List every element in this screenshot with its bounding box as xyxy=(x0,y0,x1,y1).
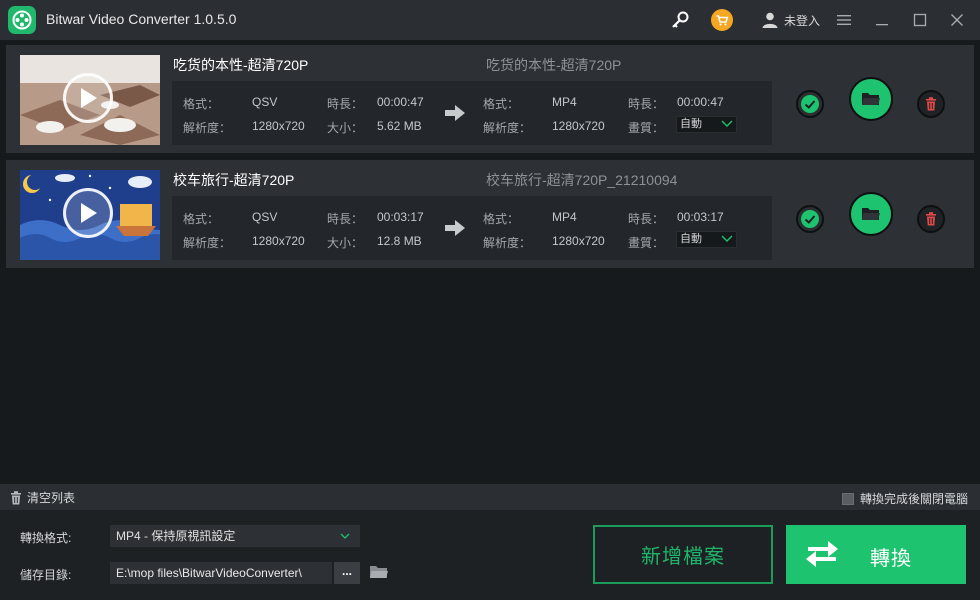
quality-label: 畫質： xyxy=(628,121,665,135)
output-duration: 00:00:47 xyxy=(677,95,724,109)
convert-arrows-icon xyxy=(806,541,838,567)
delete-button[interactable] xyxy=(917,90,945,118)
open-output-folder-icon[interactable] xyxy=(369,564,389,585)
source-resolution: 1280x720 xyxy=(252,119,305,133)
file-info-panel: 格式： QSV 時長： 00:00:47 解析度： 1280x720 大小： 5… xyxy=(172,81,772,145)
size-label: 大小： xyxy=(327,236,364,250)
duration-label: 時長： xyxy=(628,97,665,111)
login-status[interactable]: 未登入 xyxy=(784,12,820,29)
logo-icon xyxy=(8,6,36,34)
source-format: QSV xyxy=(252,210,278,224)
source-file-name: 校车旅行-超清720P xyxy=(173,172,295,188)
play-icon[interactable] xyxy=(63,73,113,123)
shutdown-option[interactable]: 轉換完成後關閉電腦 xyxy=(841,490,968,507)
check-icon xyxy=(801,95,819,113)
output-resolution: 1280x720 xyxy=(552,234,605,248)
resolution-label: 解析度： xyxy=(183,236,232,250)
quality-select[interactable]: 自動 xyxy=(676,231,737,248)
chevron-down-icon xyxy=(340,533,350,539)
size-label: 大小： xyxy=(327,121,364,135)
clear-list-label: 清空列表 xyxy=(27,491,76,505)
video-thumbnail[interactable] xyxy=(20,170,160,260)
quality-value: 自動 xyxy=(680,118,702,130)
clear-list-button[interactable]: 清空列表 xyxy=(10,489,75,506)
output-resolution: 1280x720 xyxy=(552,119,605,133)
convert-label: 轉換 xyxy=(870,548,912,570)
quality-select[interactable]: 自動 xyxy=(676,116,737,133)
duration-label: 時長： xyxy=(327,97,364,111)
chevron-down-icon xyxy=(721,120,733,127)
file-info-panel: 格式： QSV 時長： 00:03:17 解析度： 1280x720 大小： 1… xyxy=(172,196,772,260)
format-label: 格式： xyxy=(483,97,520,111)
app-title: Bitwar Video Converter 1.0.5.0 xyxy=(46,11,237,27)
arrow-right-icon xyxy=(444,220,466,241)
output-format: MP4 xyxy=(552,95,577,109)
trash-icon xyxy=(11,490,21,504)
output-dir-input[interactable] xyxy=(110,562,332,584)
cart-icon[interactable] xyxy=(710,8,734,32)
resolution-label: 解析度： xyxy=(483,121,532,135)
resolution-label: 解析度： xyxy=(483,236,532,250)
duration-label: 時長： xyxy=(628,212,665,226)
status-check-button[interactable] xyxy=(796,205,824,233)
source-size: 12.8 MB xyxy=(377,234,422,248)
folder-icon xyxy=(862,208,880,220)
browse-button[interactable]: ... xyxy=(334,562,360,584)
folder-icon xyxy=(862,93,880,105)
quality-label: 畫質： xyxy=(628,236,665,250)
play-icon[interactable] xyxy=(63,188,113,238)
delete-button[interactable] xyxy=(917,205,945,233)
chevron-down-icon xyxy=(721,235,733,242)
source-duration: 00:00:47 xyxy=(377,95,424,109)
format-setting-label: 轉換格式: xyxy=(20,531,72,545)
convert-button[interactable]: 轉換 xyxy=(786,525,966,584)
quality-value: 自動 xyxy=(680,233,702,245)
source-resolution: 1280x720 xyxy=(252,234,305,248)
shutdown-label: 轉換完成後關閉電腦 xyxy=(859,492,968,506)
output-format-select[interactable]: MP4 - 保持原視訊設定 xyxy=(110,525,360,547)
key-icon[interactable] xyxy=(668,8,692,32)
output-file-name: 校车旅行-超清720P_21210094 xyxy=(486,172,678,188)
trash-icon xyxy=(926,212,936,226)
close-icon[interactable] xyxy=(945,8,969,32)
source-duration: 00:03:17 xyxy=(377,210,424,224)
output-duration: 00:03:17 xyxy=(677,210,724,224)
format-label: 格式： xyxy=(183,212,220,226)
trash-icon xyxy=(926,97,936,111)
arrow-right-icon xyxy=(444,105,466,126)
menu-icon[interactable] xyxy=(832,8,856,32)
add-file-button[interactable]: 新增檔案 xyxy=(593,525,773,584)
source-size: 5.62 MB xyxy=(377,119,422,133)
file-item[interactable]: 吃货的本性-超清720P 吃货的本性-超清720P 格式： QSV 時長： 00… xyxy=(6,45,974,153)
check-icon xyxy=(801,210,819,228)
format-label: 格式： xyxy=(483,212,520,226)
user-icon[interactable] xyxy=(758,8,782,32)
status-check-button[interactable] xyxy=(796,90,824,118)
minimize-icon[interactable] xyxy=(870,8,894,32)
video-thumbnail[interactable] xyxy=(20,55,160,145)
source-file-name: 吃货的本性-超清720P xyxy=(173,57,309,73)
open-folder-button[interactable] xyxy=(849,192,893,236)
output-dir-label: 儲存目錄: xyxy=(20,568,72,582)
bottom-panel: 轉換格式: MP4 - 保持原視訊設定 儲存目錄: ... 新增檔案 轉換 xyxy=(0,510,980,600)
duration-label: 時長： xyxy=(327,212,364,226)
output-file-name: 吃货的本性-超清720P xyxy=(486,57,622,73)
shutdown-checkbox[interactable] xyxy=(841,492,854,505)
open-folder-button[interactable] xyxy=(849,77,893,121)
resolution-label: 解析度： xyxy=(183,121,232,135)
output-format-value: MP4 - 保持原視訊設定 xyxy=(116,529,236,543)
source-format: QSV xyxy=(252,95,278,109)
maximize-icon[interactable] xyxy=(908,8,932,32)
list-toolbar: 清空列表 轉換完成後關閉電腦 xyxy=(0,484,980,510)
file-item[interactable]: 校车旅行-超清720P 校车旅行-超清720P_21210094 格式： QSV… xyxy=(6,160,974,268)
output-format: MP4 xyxy=(552,210,577,224)
title-bar: Bitwar Video Converter 1.0.5.0 未登入 xyxy=(0,0,980,40)
format-label: 格式： xyxy=(183,97,220,111)
